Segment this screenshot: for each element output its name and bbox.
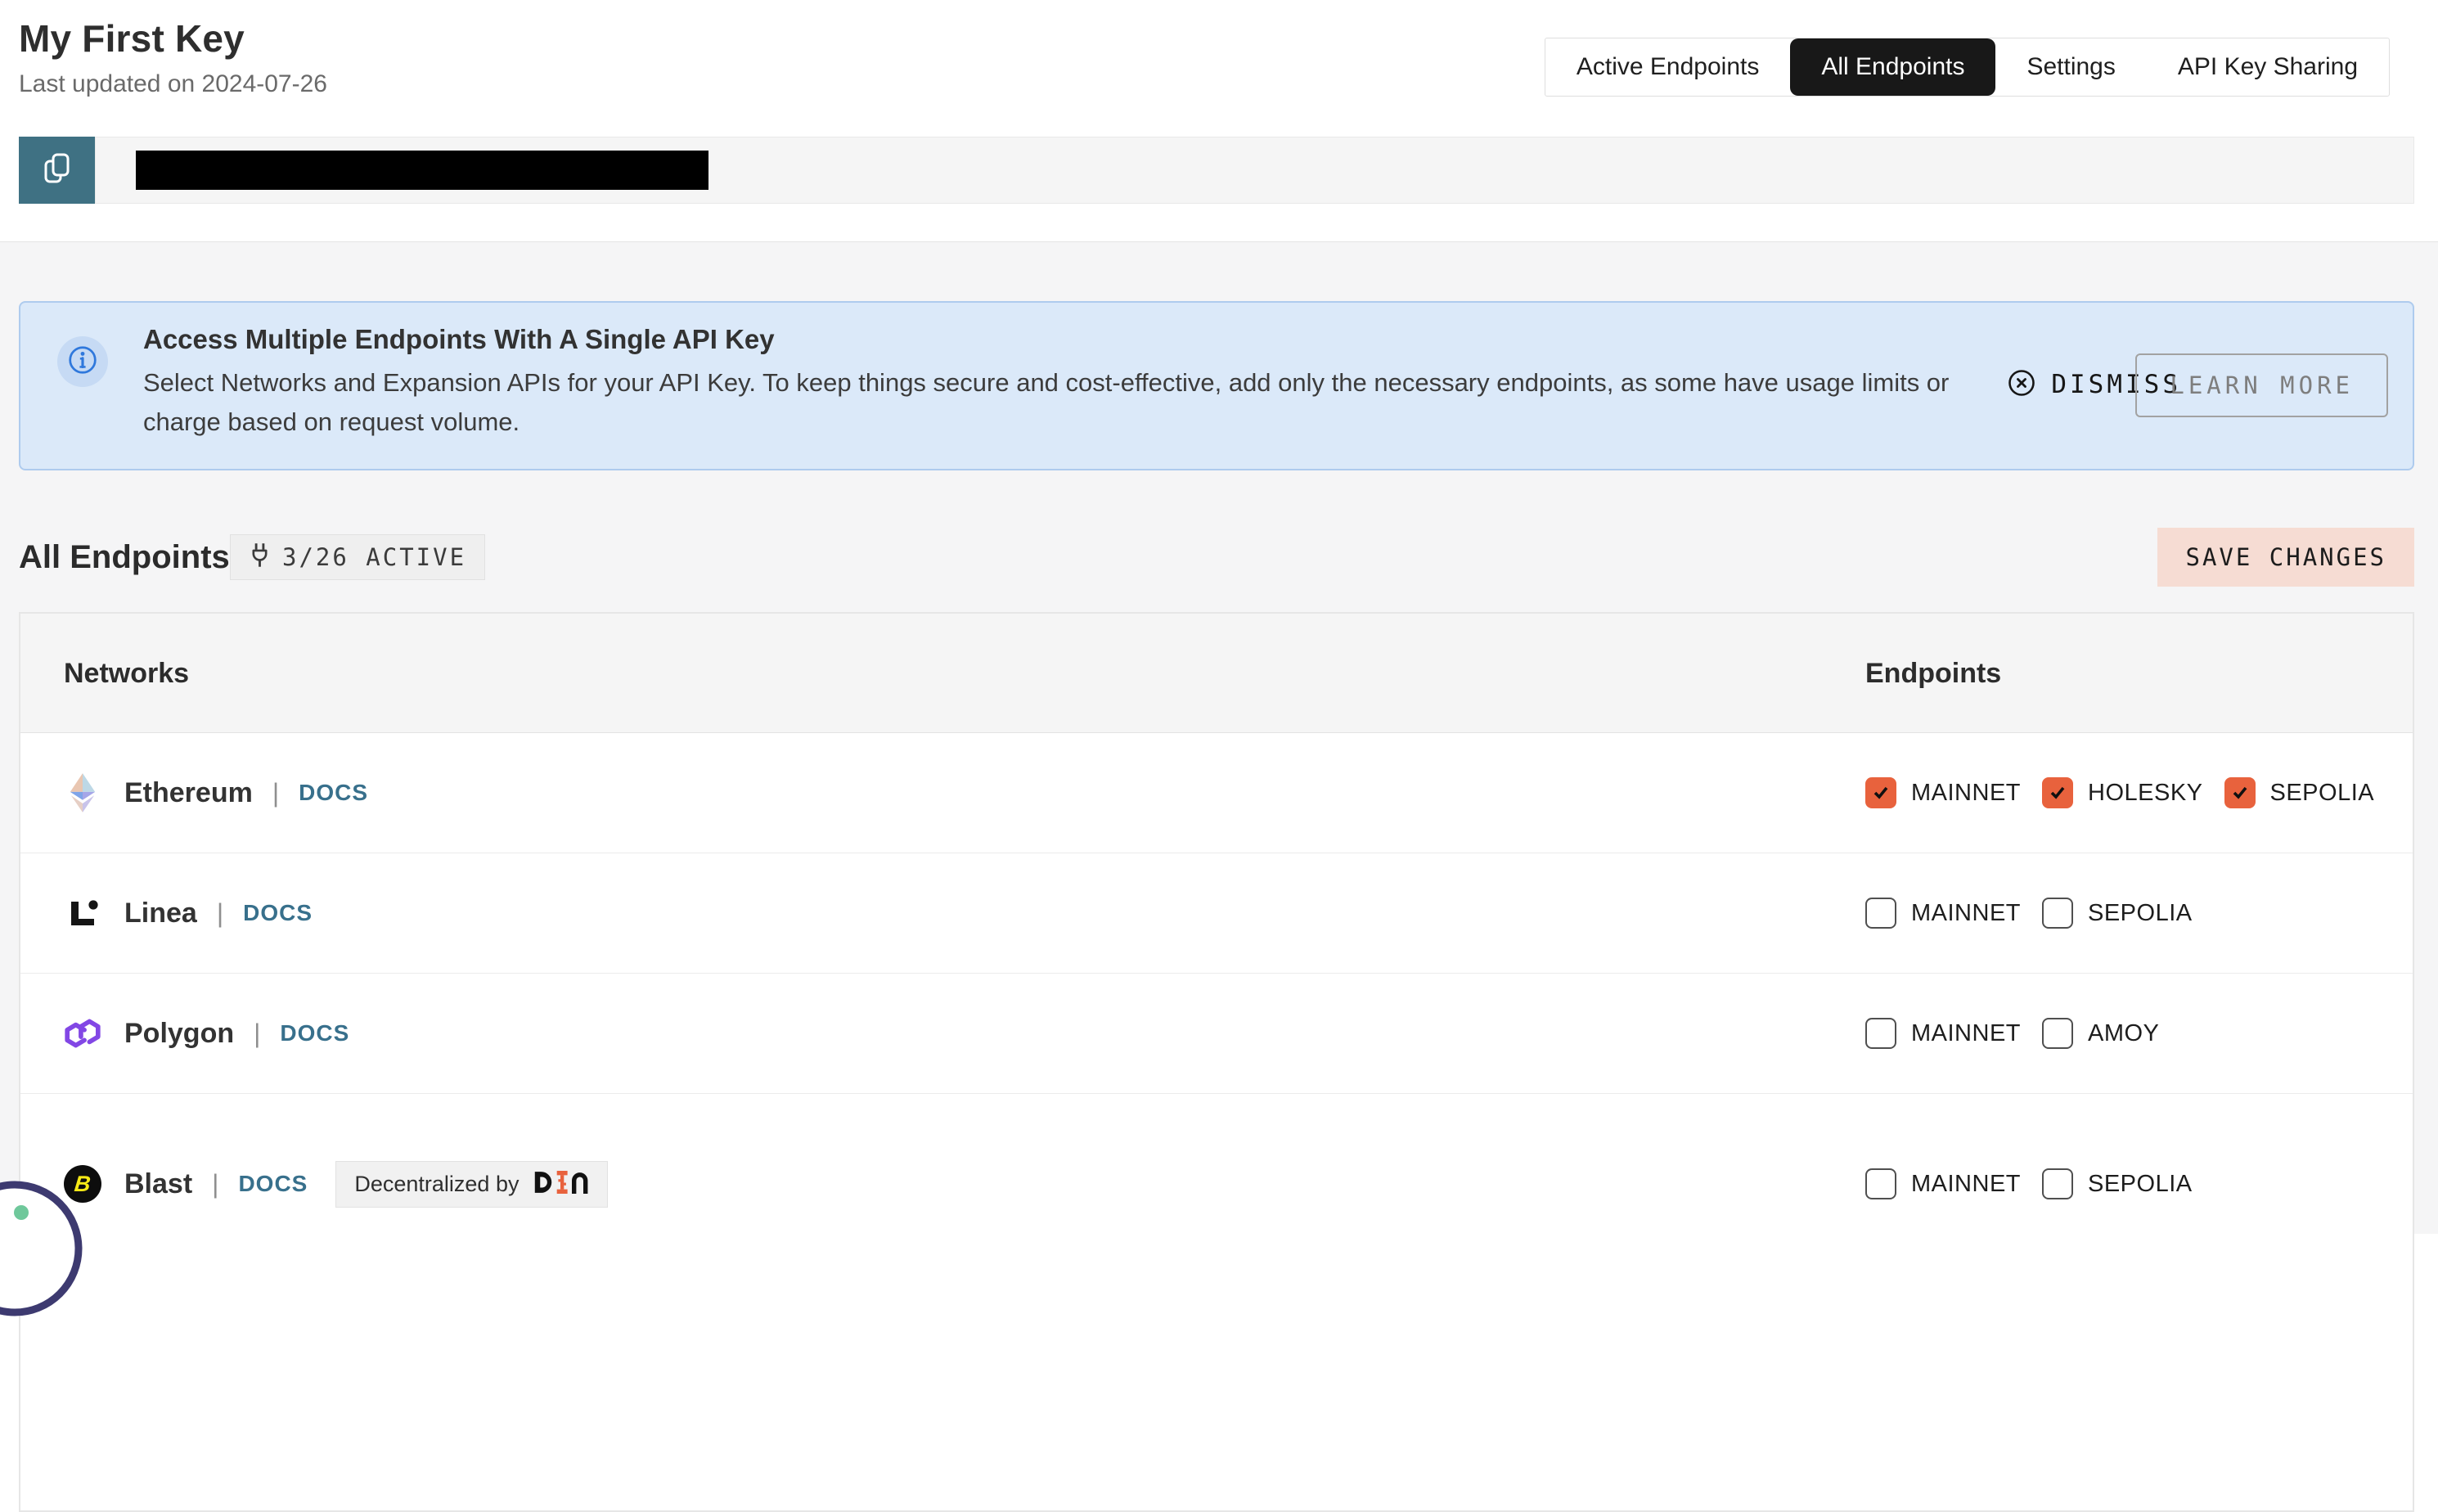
tab-all-endpoints[interactable]: All Endpoints (1790, 38, 1995, 96)
checkbox-box (1865, 777, 1896, 808)
api-key-redaction-bar (136, 151, 708, 190)
docs-link-linea[interactable]: DOCS (243, 900, 313, 926)
checkbox-polygon-mainnet[interactable]: MAINNET (1865, 1018, 2021, 1049)
checkbox-label: MAINNET (1911, 780, 2021, 807)
checkbox-box (1865, 1168, 1896, 1199)
api-key-row (19, 137, 2414, 204)
info-banner: Access Multiple Endpoints With A Single … (19, 301, 2414, 470)
checkbox-box (2042, 777, 2073, 808)
api-key-field[interactable] (95, 137, 2414, 204)
save-changes-button[interactable]: SAVE CHANGES (2157, 528, 2414, 587)
banner-title: Access Multiple Endpoints With A Single … (143, 324, 775, 355)
checkbox-box (2042, 1018, 2073, 1049)
main-content: Access Multiple Endpoints With A Single … (0, 241, 2438, 1234)
column-header-endpoints: Endpoints (1865, 614, 2001, 733)
endpoints-table: Networks Endpoints Ethereum | DOCS (19, 612, 2414, 1512)
checkbox-linea-mainnet[interactable]: MAINNET (1865, 898, 2021, 929)
tab-settings[interactable]: Settings (1995, 38, 2146, 96)
tab-bar: Active Endpoints All Endpoints Settings … (1545, 38, 2390, 97)
table-row-ethereum: Ethereum | DOCS MAINNET HOLESKY (20, 733, 2413, 853)
checkbox-blast-sepolia[interactable]: SEPOLIA (2042, 1168, 2193, 1199)
checkbox-blast-mainnet[interactable]: MAINNET (1865, 1168, 2021, 1199)
endpoint-options: MAINNET SEPOLIA (1865, 1094, 2214, 1274)
polygon-logo-icon (64, 1013, 101, 1054)
checkbox-box (1865, 898, 1896, 929)
network-name: Polygon (124, 1018, 234, 1050)
din-badge-text: Decentralized by (354, 1172, 519, 1197)
copy-button[interactable] (19, 137, 95, 204)
checkbox-label: AMOY (2088, 1020, 2159, 1047)
checkbox-label: MAINNET (1911, 900, 2021, 927)
checkbox-ethereum-holesky[interactable]: HOLESKY (2042, 777, 2203, 808)
separator: | (212, 1169, 218, 1199)
banner-body: Select Networks and Expansion APIs for y… (143, 363, 1955, 442)
checkbox-box (2224, 777, 2256, 808)
checkbox-label: MAINNET (1911, 1171, 2021, 1198)
tab-active-endpoints[interactable]: Active Endpoints (1545, 38, 1790, 96)
active-count-label: 3/26 ACTIVE (282, 543, 466, 571)
checkbox-label: MAINNET (1911, 1020, 2021, 1047)
table-header: Networks Endpoints (20, 614, 2413, 733)
checkbox-label: SEPOLIA (2270, 780, 2375, 807)
din-logo-icon (532, 1171, 589, 1198)
separator: | (254, 1019, 260, 1049)
checkbox-label: SEPOLIA (2088, 1171, 2193, 1198)
active-count-badge: 3/26 ACTIVE (230, 534, 485, 580)
learn-more-button[interactable]: LEARN MORE (2135, 353, 2388, 417)
network-name: Linea (124, 898, 197, 929)
checkbox-ethereum-sepolia[interactable]: SEPOLIA (2224, 777, 2375, 808)
copy-icon (40, 150, 74, 191)
decentralized-by-din-badge: Decentralized by (335, 1161, 608, 1208)
docs-link-polygon[interactable]: DOCS (280, 1020, 349, 1046)
table-row-blast: B Blast | DOCS Decentralized by (20, 1094, 2413, 1274)
last-updated-text: Last updated on 2024-07-26 (19, 70, 327, 98)
close-circle-icon (2007, 368, 2036, 402)
checkbox-box (2042, 898, 2073, 929)
blast-logo-icon: B (64, 1163, 101, 1204)
docs-link-blast[interactable]: DOCS (238, 1171, 308, 1197)
endpoint-options: MAINNET AMOY (1865, 974, 2180, 1093)
table-row-polygon: Polygon | DOCS MAINNET AMOY (20, 974, 2413, 1094)
table-row-linea: Linea | DOCS MAINNET SEPOLIA (20, 853, 2413, 974)
checkbox-polygon-amoy[interactable]: AMOY (2042, 1018, 2159, 1049)
separator: | (272, 778, 279, 808)
page-header: My First Key Last updated on 2024-07-26 … (0, 0, 2438, 241)
network-name: Blast (124, 1168, 192, 1200)
checkbox-label: HOLESKY (2088, 780, 2203, 807)
checkbox-label: SEPOLIA (2088, 900, 2193, 927)
checkbox-box (2042, 1168, 2073, 1199)
info-bubble (57, 336, 108, 387)
plug-icon (249, 542, 271, 574)
network-name: Ethereum (124, 777, 253, 809)
ethereum-logo-icon (64, 772, 101, 813)
tab-api-key-sharing[interactable]: API Key Sharing (2147, 38, 2389, 96)
checkbox-ethereum-mainnet[interactable]: MAINNET (1865, 777, 2021, 808)
linea-logo-icon (64, 893, 101, 934)
endpoint-options: MAINNET SEPOLIA (1865, 853, 2214, 973)
checkbox-box (1865, 1018, 1896, 1049)
separator: | (217, 898, 223, 929)
page-title: My First Key (19, 16, 245, 61)
docs-link-ethereum[interactable]: DOCS (299, 780, 368, 806)
checkbox-linea-sepolia[interactable]: SEPOLIA (2042, 898, 2193, 929)
info-circle-icon (67, 344, 98, 380)
column-header-networks: Networks (64, 614, 189, 733)
endpoint-options: MAINNET HOLESKY SEPOLIA (1865, 733, 2395, 853)
section-title: All Endpoints (19, 528, 230, 587)
